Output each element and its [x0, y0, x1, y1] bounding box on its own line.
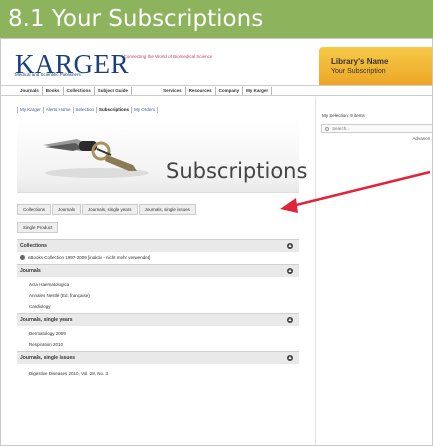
tab-journals-single-issues[interactable]: Journals, single issues — [138, 204, 196, 215]
library-box: Library's Name Your Subscription — [319, 47, 432, 85]
search-placeholder: Search... — [332, 126, 351, 131]
nav-resources[interactable]: Resources — [186, 86, 216, 95]
section-title: Journals — [20, 268, 41, 274]
right-panel: My Selection: 9 items Search... Advance — [315, 97, 432, 445]
section-journals-single-issues: Journals, single issues ▲ Digestive Dise… — [17, 351, 299, 379]
section-title: Collections — [20, 243, 47, 249]
section-collections: Collections ▲ eBooks Collection 1997-200… — [17, 239, 299, 263]
list-item-label: eBooks Collection 1997-2009 [inaktiv - n… — [28, 255, 151, 260]
collapse-icon[interactable]: ▲ — [287, 317, 293, 323]
sub-navigation: My Karger Alerts Home Selection Subscrip… — [17, 107, 159, 113]
list-item[interactable]: Respiration 2010 — [17, 339, 299, 350]
section-journals-single-years: Journals, single years ▲ Dermatology 200… — [17, 313, 299, 350]
section-title: Journals, single years — [20, 317, 73, 323]
main-content: My Karger Alerts Home Selection Subscrip… — [1, 97, 315, 445]
section-journals: Journals ▲ Acta Haematologica Annales Ne… — [17, 264, 299, 312]
page-title: Subscriptions — [166, 159, 308, 183]
subnav-alerts-home[interactable]: Alerts Home — [44, 107, 74, 113]
main-nav: Journals Books Collections Subject Guide… — [1, 85, 432, 96]
karger-screenshot: KARGER Connecting the World of Biomedica… — [0, 38, 433, 446]
section-header[interactable]: Collections ▲ — [17, 239, 299, 252]
hero-banner: Subscriptions — [17, 119, 307, 193]
slide-title: 8.1 Your Subscriptions — [0, 0, 433, 38]
collapse-icon[interactable]: ▲ — [287, 243, 293, 249]
my-selection-count[interactable]: My Selection: 9 items — [322, 113, 365, 118]
nav-services[interactable]: Services — [160, 86, 186, 95]
section-header[interactable]: Journals ▲ — [17, 264, 299, 277]
nav-collections[interactable]: Collections — [64, 86, 95, 95]
subnav-my-orders[interactable]: My Orders — [132, 107, 159, 113]
section-title: Journals, single issues — [20, 355, 76, 361]
list-item[interactable]: eBooks Collection 1997-2009 [inaktiv - n… — [17, 252, 299, 263]
subscription-tabs: Collections Journals Journals, single ye… — [17, 204, 197, 215]
section-header[interactable]: Journals, single issues ▲ — [17, 351, 299, 364]
nav-my-karger[interactable]: My Karger — [243, 86, 273, 95]
collapse-icon[interactable]: ▲ — [287, 355, 293, 361]
library-name: Library's Name — [331, 57, 389, 66]
bullet-icon — [20, 255, 25, 261]
tab-journals[interactable]: Journals — [52, 204, 82, 215]
tab-single-product[interactable]: Single Product — [17, 222, 59, 233]
list-item[interactable]: Acta Haematologica — [17, 279, 299, 290]
subnav-selection[interactable]: Selection — [74, 107, 98, 113]
nav-company[interactable]: Company — [216, 86, 244, 95]
section-header[interactable]: Journals, single years ▲ — [17, 313, 299, 326]
search-icon — [325, 127, 329, 131]
list-item[interactable]: Dermatology 2009 — [17, 328, 299, 339]
search-input[interactable]: Search... — [321, 124, 432, 133]
tab-journals-single-years[interactable]: Journals, single years — [82, 204, 138, 215]
site-header: KARGER Connecting the World of Biomedica… — [1, 39, 432, 85]
collapse-icon[interactable]: ▲ — [287, 268, 293, 274]
list-item[interactable]: Annales Nestlé (Ed. française) — [17, 290, 299, 301]
keys-image — [43, 139, 149, 178]
advanced-search-link[interactable]: Advance — [412, 136, 430, 141]
list-item[interactable]: Digestive Diseases 2010, Vol. 28, No. 3 — [17, 368, 299, 379]
tab-collections[interactable]: Collections — [17, 204, 52, 215]
nav-subject-guide[interactable]: Subject Guide — [95, 86, 133, 95]
library-subscription: Your Subscription — [331, 68, 386, 75]
subnav-subscriptions[interactable]: Subscriptions — [97, 107, 133, 113]
logo-subtitle: Medical and Scientific Publishers — [15, 72, 81, 77]
nav-journals[interactable]: Journals — [17, 86, 43, 95]
logo-tagline: Connecting the World of Biomedical Scien… — [123, 54, 213, 59]
subnav-my-karger[interactable]: My Karger — [18, 107, 44, 113]
list-item[interactable]: Cardiology — [17, 301, 299, 312]
nav-books[interactable]: Books — [43, 86, 64, 95]
